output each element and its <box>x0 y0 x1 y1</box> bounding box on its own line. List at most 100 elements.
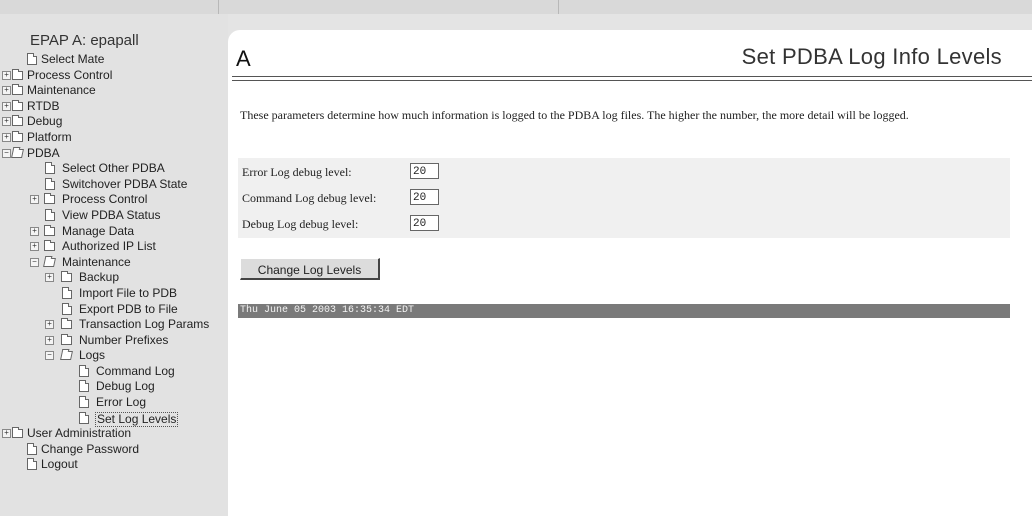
collapse-icon[interactable]: − <box>30 257 39 267</box>
error-log-level-label: Error Log debug level: <box>242 165 352 179</box>
nav-item-label: Process Control <box>27 67 113 82</box>
expand-icon[interactable]: + <box>30 242 39 252</box>
nav-item-label: Switchover PDBA State <box>62 176 188 191</box>
folder-icon <box>12 427 23 439</box>
command-log-level-label: Command Log debug level: <box>242 191 377 205</box>
nav-item-backup[interactable]: + Backup <box>0 270 228 286</box>
nav-item-transaction-log-params[interactable]: + Transaction Log Params <box>0 317 228 333</box>
nav-item-label: Authorized IP List <box>62 239 156 254</box>
nav-item-logout[interactable]: Logout <box>0 457 228 473</box>
change-log-levels-button[interactable]: Change Log Levels <box>240 258 380 280</box>
nav-item-import-file-to-pdb[interactable]: Import File to PDB <box>0 286 228 302</box>
nav-item-command-log[interactable]: Command Log <box>0 364 228 380</box>
expand-icon[interactable]: + <box>2 86 11 96</box>
nav-item-label: Platform <box>27 129 72 144</box>
page-title: Set PDBA Log Info Levels <box>741 44 1002 69</box>
nav-item-label: Number Prefixes <box>79 332 169 347</box>
nav-item-process-control[interactable]: + Process Control <box>0 68 228 84</box>
nav-item-label: PDBA <box>27 145 60 160</box>
nav-item-view-pdba-status[interactable]: View PDBA Status <box>0 208 228 224</box>
document-icon <box>79 364 89 377</box>
nav-item-debug-log[interactable]: Debug Log <box>0 379 228 395</box>
document-icon <box>27 442 37 455</box>
document-icon <box>79 411 89 424</box>
nav-item-label: Manage Data <box>62 223 135 238</box>
command-log-level-input[interactable]: 20 <box>410 189 439 205</box>
nav-item-maintenance[interactable]: + Maintenance <box>0 83 228 99</box>
nav-item-user-administration[interactable]: + User Administration <box>0 426 228 442</box>
expand-icon[interactable]: + <box>2 101 11 111</box>
open-folder-icon <box>11 148 24 158</box>
nav-item-rtdb[interactable]: + RTDB <box>0 99 228 115</box>
status-timestamp: Thu June 05 2003 16:35:34 EDT <box>238 304 1010 318</box>
nav-item-debug[interactable]: + Debug <box>0 114 228 130</box>
nav-item-select-mate[interactable]: Select Mate <box>0 52 228 68</box>
folder-icon <box>44 240 55 252</box>
folder-icon <box>44 193 55 205</box>
expand-icon[interactable]: + <box>45 273 54 283</box>
expand-icon[interactable]: + <box>2 429 11 439</box>
document-icon <box>79 380 89 393</box>
document-icon <box>45 162 55 175</box>
expand-icon[interactable]: + <box>2 117 11 127</box>
nav-item-label: Maintenance <box>62 254 131 269</box>
document-icon <box>27 458 37 471</box>
nav-item-label: Maintenance <box>27 83 96 98</box>
document-icon <box>62 302 72 315</box>
nav-item-label: Command Log <box>96 363 175 378</box>
nav-item-label: Debug <box>27 114 63 129</box>
nav-item-export-pdb-to-file[interactable]: Export PDB to File <box>0 302 228 318</box>
nav-item-change-password[interactable]: Change Password <box>0 442 228 458</box>
frame-divider <box>558 0 559 14</box>
app-title: EPAP A: epapall <box>30 32 139 49</box>
collapse-icon[interactable]: − <box>45 351 54 361</box>
content-panel: A Set PDBA Log Info Levels These paramet… <box>228 30 1032 516</box>
sidebar-nav: EPAP A: epapall Select Mate + Process Co… <box>0 14 228 516</box>
document-icon <box>62 286 72 299</box>
folder-icon <box>12 68 23 80</box>
nav-item-number-prefixes[interactable]: + Number Prefixes <box>0 333 228 349</box>
expand-icon[interactable]: + <box>2 70 11 80</box>
nav-item-label: Change Password <box>41 441 140 456</box>
folder-icon <box>44 224 55 236</box>
folder-icon <box>61 318 72 330</box>
open-folder-icon <box>60 351 73 361</box>
expand-icon[interactable]: + <box>30 226 39 236</box>
folder-icon <box>12 84 23 96</box>
error-log-level-input[interactable]: 20 <box>410 163 439 179</box>
debug-log-level-label: Debug Log debug level: <box>242 217 359 231</box>
log-levels-form: Error Log debug level: 20 Command Log de… <box>238 158 1010 238</box>
expand-icon[interactable]: + <box>45 335 54 345</box>
page-letter: A <box>236 46 251 71</box>
nav-item-platform[interactable]: + Platform <box>0 130 228 146</box>
debug-log-level-input[interactable]: 20 <box>410 215 439 231</box>
nav-item-set-log-levels[interactable]: Set Log Levels <box>0 411 228 427</box>
nav-item-label: Error Log <box>96 395 147 410</box>
nav-item-error-log[interactable]: Error Log <box>0 395 228 411</box>
nav-item-pdba[interactable]: − PDBA <box>0 146 228 162</box>
collapse-icon[interactable]: − <box>2 148 11 158</box>
nav-item-switchover-pdba-state[interactable]: Switchover PDBA State <box>0 177 228 193</box>
nav-item-pdba-maintenance[interactable]: − Maintenance <box>0 255 228 271</box>
nav-item-label: Debug Log <box>96 379 155 394</box>
nav-item-select-other-pdba[interactable]: Select Other PDBA <box>0 161 228 177</box>
folder-icon <box>12 115 23 127</box>
nav-item-manage-data[interactable]: + Manage Data <box>0 224 228 240</box>
nav-item-label: Logout <box>41 457 78 472</box>
expand-icon[interactable]: + <box>2 132 11 142</box>
nav-item-pdba-process-control[interactable]: + Process Control <box>0 192 228 208</box>
document-icon <box>45 208 55 221</box>
document-icon <box>45 177 55 190</box>
folder-icon <box>61 333 72 345</box>
top-frame-bar <box>0 0 1032 14</box>
expand-icon[interactable]: + <box>45 320 54 330</box>
document-icon <box>79 396 89 409</box>
title-rule <box>232 76 1032 77</box>
open-folder-icon <box>43 257 56 267</box>
nav-item-authorized-ip-list[interactable]: + Authorized IP List <box>0 239 228 255</box>
nav-item-logs[interactable]: − Logs <box>0 348 228 364</box>
expand-icon[interactable]: + <box>30 195 39 205</box>
frame-divider <box>218 0 219 14</box>
nav-item-label: RTDB <box>27 98 60 113</box>
nav-item-label: User Administration <box>27 426 132 441</box>
